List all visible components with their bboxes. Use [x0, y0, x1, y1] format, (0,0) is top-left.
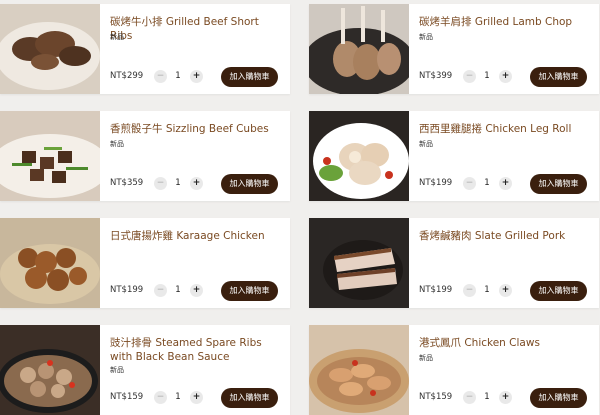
product-name[interactable]: 碳烤牛小排 Grilled Beef Short Ribs	[110, 15, 282, 43]
quantity-decrease-button[interactable]: −	[463, 391, 476, 404]
add-to-cart-button[interactable]: 加入購物車	[221, 174, 278, 194]
product-card[interactable]: 西西里雞腿捲 Chicken Leg Roll 新品 NT$199 − 1 + …	[309, 111, 599, 201]
quantity-value: 1	[175, 178, 181, 188]
quantity-increase-button[interactable]: +	[190, 391, 203, 404]
product-card[interactable]: 碳烤牛小排 Grilled Beef Short Ribs 新品 NT$299 …	[0, 4, 290, 94]
quantity-decrease-button[interactable]: −	[463, 177, 476, 190]
add-to-cart-button[interactable]: 加入購物車	[530, 281, 587, 301]
product-photo	[0, 218, 100, 308]
product-name[interactable]: 香烤鹹豬肉 Slate Grilled Pork	[419, 229, 591, 243]
quantity-increase-button[interactable]: +	[499, 177, 512, 190]
product-image[interactable]	[309, 325, 409, 415]
quantity-value: 1	[484, 178, 490, 188]
product-photo	[309, 218, 409, 308]
product-photo	[309, 4, 409, 94]
new-badge: 新品	[419, 140, 433, 148]
product-price: NT$399	[419, 71, 453, 81]
product-name[interactable]: 港式鳳爪 Chicken Claws	[419, 336, 591, 350]
product-image[interactable]	[0, 111, 100, 201]
product-price: NT$159	[419, 392, 453, 402]
quantity-increase-button[interactable]: +	[499, 70, 512, 83]
quantity-decrease-button[interactable]: −	[154, 177, 167, 190]
quantity-decrease-button[interactable]: −	[154, 70, 167, 83]
product-photo	[309, 325, 409, 415]
new-badge: 新品	[419, 33, 433, 41]
product-name[interactable]: 香煎骰子牛 Sizzling Beef Cubes	[110, 122, 282, 136]
product-image[interactable]	[0, 325, 100, 415]
quantity-value: 1	[175, 392, 181, 402]
product-photo	[0, 111, 100, 201]
product-grid: 碳烤牛小排 Grilled Beef Short Ribs 新品 NT$299 …	[0, 0, 600, 415]
add-to-cart-button[interactable]: 加入購物車	[530, 67, 587, 87]
product-price: NT$299	[110, 71, 144, 81]
quantity-decrease-button[interactable]: −	[463, 70, 476, 83]
add-to-cart-button[interactable]: 加入購物車	[221, 388, 278, 408]
quantity-decrease-button[interactable]: −	[463, 284, 476, 297]
quantity-increase-button[interactable]: +	[499, 284, 512, 297]
new-badge: 新品	[110, 140, 124, 148]
product-photo	[309, 111, 409, 201]
product-image[interactable]	[309, 4, 409, 94]
quantity-value: 1	[484, 285, 490, 295]
quantity-value: 1	[175, 285, 181, 295]
product-image[interactable]	[0, 4, 100, 94]
quantity-increase-button[interactable]: +	[190, 177, 203, 190]
add-to-cart-button[interactable]: 加入購物車	[530, 174, 587, 194]
quantity-decrease-button[interactable]: −	[154, 391, 167, 404]
new-badge: 新品	[419, 354, 433, 362]
quantity-value: 1	[484, 71, 490, 81]
product-card[interactable]: 香烤鹹豬肉 Slate Grilled Pork NT$199 − 1 + 加入…	[309, 218, 599, 308]
quantity-increase-button[interactable]: +	[499, 391, 512, 404]
quantity-value: 1	[175, 71, 181, 81]
product-name[interactable]: 西西里雞腿捲 Chicken Leg Roll	[419, 122, 591, 136]
product-card[interactable]: 港式鳳爪 Chicken Claws 新品 NT$159 − 1 + 加入購物車	[309, 325, 599, 415]
product-card[interactable]: 碳烤羊肩排 Grilled Lamb Chop 新品 NT$399 − 1 + …	[309, 4, 599, 94]
quantity-value: 1	[484, 392, 490, 402]
quantity-decrease-button[interactable]: −	[154, 284, 167, 297]
product-photo	[0, 325, 100, 415]
product-price: NT$359	[110, 178, 144, 188]
quantity-increase-button[interactable]: +	[190, 284, 203, 297]
quantity-increase-button[interactable]: +	[190, 70, 203, 83]
new-badge: 新品	[110, 366, 124, 374]
product-price: NT$159	[110, 392, 144, 402]
product-price: NT$199	[419, 178, 453, 188]
product-card[interactable]: 日式唐揚炸雞 Karaage Chicken NT$199 − 1 + 加入購物…	[0, 218, 290, 308]
add-to-cart-button[interactable]: 加入購物車	[221, 67, 278, 87]
product-card[interactable]: 豉汁排骨 Steamed Spare Ribs with Black Bean …	[0, 325, 290, 415]
product-price: NT$199	[110, 285, 144, 295]
product-card[interactable]: 香煎骰子牛 Sizzling Beef Cubes 新品 NT$359 − 1 …	[0, 111, 290, 201]
add-to-cart-button[interactable]: 加入購物車	[530, 388, 587, 408]
new-badge: 新品	[110, 33, 124, 41]
product-image[interactable]	[309, 218, 409, 308]
product-name[interactable]: 豉汁排骨 Steamed Spare Ribs with Black Bean …	[110, 336, 282, 364]
product-image[interactable]	[309, 111, 409, 201]
add-to-cart-button[interactable]: 加入購物車	[221, 281, 278, 301]
product-name[interactable]: 碳烤羊肩排 Grilled Lamb Chop	[419, 15, 591, 29]
product-price: NT$199	[419, 285, 453, 295]
product-photo	[0, 4, 100, 94]
product-name[interactable]: 日式唐揚炸雞 Karaage Chicken	[110, 229, 282, 243]
product-image[interactable]	[0, 218, 100, 308]
